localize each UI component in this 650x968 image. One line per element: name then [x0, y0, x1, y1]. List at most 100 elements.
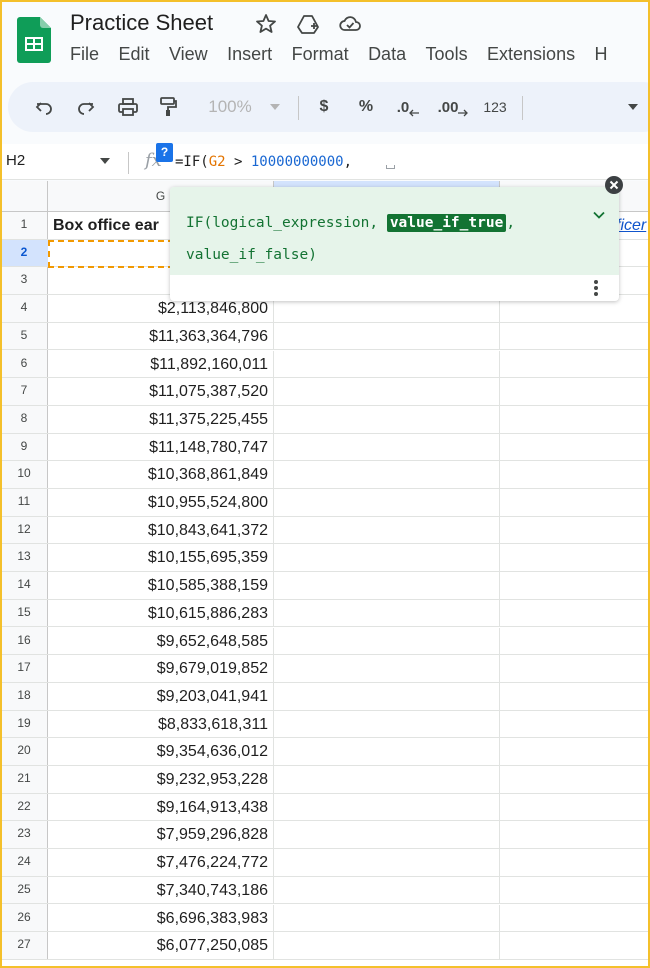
cell-i[interactable]	[500, 821, 650, 848]
cell-h[interactable]	[274, 350, 500, 378]
number-format-button[interactable]: 123	[480, 82, 510, 132]
row-header[interactable]: 21	[0, 766, 48, 794]
cell-box-office-value[interactable]: $9,203,041,941	[48, 682, 274, 710]
row-header[interactable]: 7	[0, 378, 48, 406]
cell-box-office-value[interactable]: $10,155,695,359	[48, 544, 274, 572]
row-header[interactable]: 9	[0, 434, 48, 462]
cell-h[interactable]	[274, 904, 500, 932]
cell-h[interactable]	[274, 489, 500, 516]
row-header[interactable]: 23	[0, 821, 48, 850]
cell-h[interactable]	[274, 655, 500, 682]
row-header[interactable]: 6	[0, 351, 48, 379]
row-header[interactable]: 12	[0, 517, 48, 545]
menu-extensions[interactable]: Extensions	[487, 44, 575, 65]
cell-box-office-value[interactable]: $7,959,296,828	[48, 821, 274, 849]
cell-i[interactable]	[500, 849, 650, 876]
cell-box-office-value[interactable]: $9,354,636,012	[48, 738, 274, 765]
doc-title[interactable]: Practice Sheet	[70, 10, 213, 36]
paint-format-button[interactable]	[154, 82, 182, 132]
cell-i[interactable]	[500, 711, 650, 738]
cell-box-office-value[interactable]: $7,476,224,772	[48, 849, 274, 876]
cell-i[interactable]	[500, 905, 650, 932]
print-button[interactable]	[114, 82, 142, 132]
cell-i[interactable]	[500, 683, 650, 710]
cell-i[interactable]	[500, 932, 650, 959]
cell-h[interactable]	[274, 932, 500, 959]
menu-view[interactable]: View	[169, 44, 208, 65]
cell-box-office-value[interactable]: $11,075,387,520	[48, 378, 274, 405]
row-header[interactable]: 27	[0, 932, 48, 960]
cell-box-office-value[interactable]: $9,232,953,228	[48, 766, 274, 793]
cell-i[interactable]	[500, 544, 650, 571]
zoom-select[interactable]: 100%	[200, 82, 260, 132]
row-header[interactable]: 20	[0, 738, 48, 766]
menu-edit[interactable]: Edit	[118, 44, 149, 65]
row-header[interactable]: 10	[0, 461, 48, 489]
cell-box-office-value[interactable]: $10,585,388,159	[48, 572, 274, 599]
move-to-drive-icon[interactable]	[296, 12, 320, 36]
cell-box-office-value[interactable]: $10,615,886,283	[48, 599, 274, 627]
close-help-popup-button[interactable]	[605, 176, 623, 194]
row-header[interactable]: 24	[0, 849, 48, 877]
cell-box-office-value[interactable]: $11,148,780,747	[48, 433, 274, 461]
cell-i[interactable]	[500, 461, 650, 488]
name-box-dropdown-icon[interactable]	[100, 158, 110, 164]
cell-h[interactable]	[274, 433, 500, 461]
row-header[interactable]: 4	[0, 295, 48, 323]
cell-h[interactable]	[274, 405, 500, 433]
menu-insert[interactable]: Insert	[227, 44, 272, 65]
cell-i[interactable]	[500, 655, 650, 682]
cell-box-office-value[interactable]: $11,375,225,455	[48, 405, 274, 433]
zoom-dropdown-arrow[interactable]	[268, 82, 282, 132]
cell-h[interactable]	[274, 738, 500, 765]
menu-tools[interactable]: Tools	[426, 44, 468, 65]
row-header[interactable]: 26	[0, 905, 48, 933]
more-options-icon[interactable]	[594, 279, 598, 297]
expand-chevron-icon[interactable]	[593, 209, 605, 221]
cell-box-office-value[interactable]: $9,164,913,438	[48, 793, 274, 821]
cloud-saved-icon[interactable]	[338, 12, 362, 36]
cell-h[interactable]	[274, 322, 500, 350]
select-all-corner[interactable]	[0, 181, 48, 212]
row-header[interactable]: 11	[0, 489, 48, 517]
cell-h[interactable]	[274, 627, 500, 655]
cell-h[interactable]	[274, 849, 500, 876]
cell-h[interactable]	[274, 682, 500, 710]
row-header[interactable]: 19	[0, 711, 48, 739]
cell-i[interactable]	[500, 378, 650, 405]
row-header[interactable]: 8	[0, 406, 48, 434]
cell-h[interactable]	[274, 710, 500, 738]
cell-h[interactable]	[274, 599, 500, 627]
undo-button[interactable]	[30, 82, 58, 132]
toolbar-more-dropdown[interactable]	[626, 82, 640, 132]
cell-i[interactable]	[500, 517, 650, 544]
cell-i[interactable]	[500, 572, 650, 599]
cell-box-office-value[interactable]: $7,340,743,186	[48, 876, 274, 904]
star-icon[interactable]	[254, 12, 278, 36]
row-header[interactable]: 13	[0, 544, 48, 573]
cell-box-office-value[interactable]: $11,363,364,796	[48, 322, 274, 350]
cell-box-office-value[interactable]: $6,077,250,085	[48, 932, 274, 959]
cell-box-office-value[interactable]: $8,833,618,311	[48, 710, 274, 738]
menu-format[interactable]: Format	[292, 44, 349, 65]
cell-i[interactable]	[500, 351, 650, 378]
cell-h[interactable]	[274, 378, 500, 405]
row-header[interactable]: 22	[0, 794, 48, 822]
sheets-logo-icon[interactable]	[17, 17, 51, 63]
row-header[interactable]: 5	[0, 323, 48, 351]
menu-file[interactable]: File	[70, 44, 99, 65]
row-header[interactable]: 14	[0, 572, 48, 600]
cell-box-office-value[interactable]: $6,696,383,983	[48, 904, 274, 932]
cell-i[interactable]	[500, 434, 650, 461]
percent-button[interactable]: %	[354, 82, 378, 132]
formula-help-toggle-button[interactable]: ?	[156, 143, 173, 162]
row-header[interactable]: 17	[0, 655, 48, 683]
row-header[interactable]: 1	[0, 212, 48, 240]
cell-h[interactable]	[274, 793, 500, 821]
cell-h[interactable]	[274, 766, 500, 793]
row-header[interactable]: 15	[0, 600, 48, 628]
menu-data[interactable]: Data	[368, 44, 406, 65]
redo-button[interactable]	[72, 82, 100, 132]
currency-button[interactable]: $	[312, 82, 336, 132]
cell-i[interactable]	[500, 877, 650, 904]
